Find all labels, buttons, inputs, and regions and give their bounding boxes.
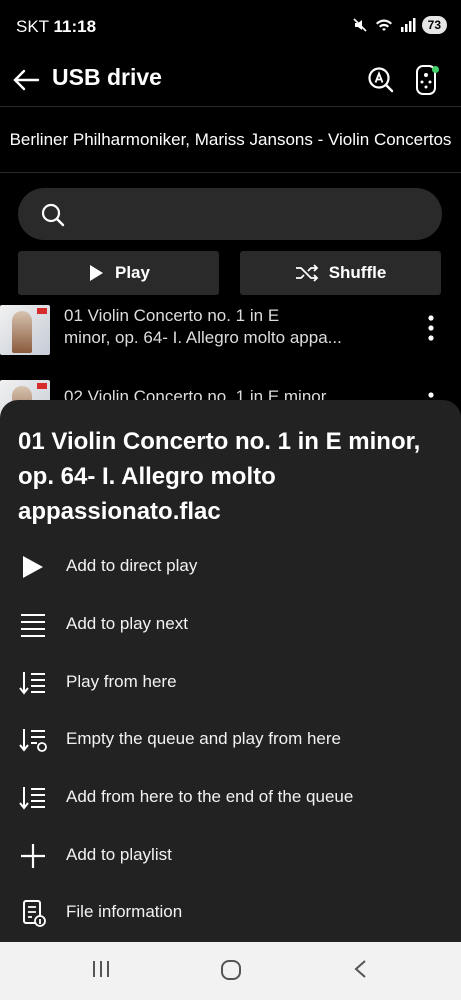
- remote-control-button[interactable]: [413, 62, 447, 98]
- status-icons: 73: [352, 16, 447, 34]
- empty-queue-icon: [19, 729, 47, 752]
- menu-item-label: Play from here: [66, 672, 177, 691]
- menu-item-label: Add to play next: [66, 614, 188, 633]
- menu-item-add-to-playlist[interactable]: Add to playlist: [0, 831, 461, 881]
- search-a-icon[interactable]: [365, 64, 397, 96]
- track-title: 01 Violin Concerto no. 1 in E minor, op.…: [64, 305, 394, 349]
- divider: [0, 106, 461, 107]
- album-title: Berliner Philharmoniker, Mariss Jansons …: [9, 130, 452, 149]
- play-next-icon: [21, 614, 45, 637]
- divider: [0, 172, 461, 173]
- shuffle-icon: [295, 264, 318, 282]
- status-bar: SKT 11:18 73: [0, 0, 461, 56]
- album-art: [0, 305, 50, 355]
- battery-indicator: 73: [421, 16, 447, 34]
- back-icon[interactable]: [350, 958, 372, 980]
- search-input[interactable]: [18, 188, 442, 240]
- menu-item-label: Add to direct play: [66, 556, 198, 575]
- shuffle-button[interactable]: Shuffle: [240, 251, 441, 295]
- play-label: Play: [115, 263, 150, 282]
- menu-item-add-to-play-next[interactable]: Add to play next: [0, 600, 461, 650]
- back-arrow-icon[interactable]: [10, 64, 42, 96]
- menu-item-file-information[interactable]: File information: [0, 888, 461, 938]
- wifi-icon: [375, 19, 392, 31]
- mute-icon: [353, 18, 367, 32]
- sheet-title: 01 Violin Concerto no. 1 in E minor, op.…: [18, 428, 421, 525]
- menu-item-add-from-here-to-end[interactable]: Add from here to the end of the queue: [0, 773, 461, 823]
- menu-item-empty-queue-play-from-here[interactable]: Empty the queue and play from here: [0, 715, 461, 765]
- system-navigation-bar: [0, 942, 461, 1000]
- page-title: USB drive: [52, 64, 162, 90]
- play-icon: [23, 556, 43, 578]
- bottom-sheet: 01 Violin Concerto no. 1 in E minor, op.…: [0, 400, 461, 942]
- menu-item-label: Empty the queue and play from here: [66, 729, 341, 748]
- play-from-here-icon: [19, 672, 45, 695]
- carrier-label: SKT: [16, 17, 49, 36]
- status-left: SKT 11:18: [16, 17, 96, 37]
- home-icon[interactable]: [219, 958, 243, 982]
- list-item[interactable]: 01 Violin Concerto no. 1 in E minor, op.…: [0, 303, 461, 363]
- file-info-icon: [23, 900, 46, 927]
- app-bar: USB drive: [0, 56, 461, 106]
- menu-item-play-from-here[interactable]: Play from here: [0, 658, 461, 708]
- add-to-queue-end-icon: [19, 787, 45, 810]
- menu-item-add-to-direct-play[interactable]: Add to direct play: [0, 542, 461, 592]
- play-icon: [90, 265, 103, 281]
- menu-item-label: File information: [66, 902, 183, 921]
- more-options-icon[interactable]: [421, 313, 441, 343]
- signal-icon: [400, 18, 416, 32]
- menu-item-label: Add from here to the end of the queue: [66, 787, 354, 806]
- search-icon: [41, 203, 65, 227]
- clock: 11:18: [53, 17, 97, 36]
- connection-dot: [432, 66, 439, 73]
- recent-apps-icon[interactable]: [90, 958, 112, 980]
- track-title-line: 01 Violin Concerto no. 1 in E: [64, 306, 280, 325]
- plus-icon: [21, 844, 45, 868]
- track-title-line: minor, op. 64- I. Allegro molto appa...: [64, 328, 342, 347]
- shuffle-label: Shuffle: [328, 263, 387, 282]
- play-button[interactable]: Play: [18, 251, 219, 295]
- menu-item-label: Add to playlist: [66, 845, 172, 864]
